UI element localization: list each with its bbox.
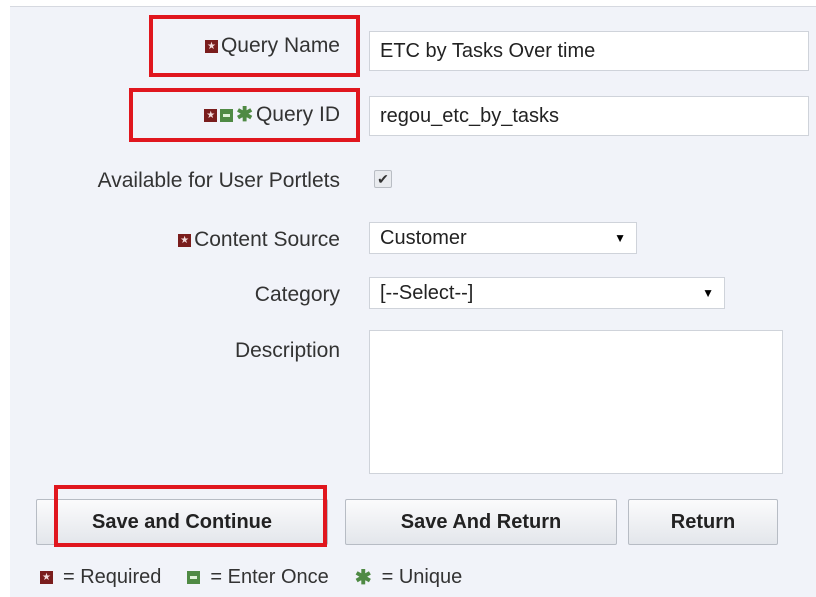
chevron-down-icon: ▼ [614, 231, 626, 245]
query-id-input[interactable]: regou_etc_by_tasks [369, 96, 809, 136]
description-textarea[interactable] [369, 330, 783, 474]
enter-once-icon [220, 108, 234, 122]
save-and-continue-button[interactable]: Save and Continue [36, 499, 328, 545]
unique-icon: ✱ [354, 566, 372, 589]
available-portlets-checkbox[interactable]: ✔ [374, 170, 392, 188]
query-name-input[interactable]: ETC by Tasks Over time [369, 31, 809, 71]
check-mark-icon: ✔ [377, 170, 389, 187]
unique-icon: ✱ [236, 104, 253, 126]
category-select[interactable]: [--Select--] ▼ [369, 277, 725, 309]
legend-required: = Required [40, 566, 161, 589]
query-id-label: ✱ Query ID [140, 92, 340, 138]
content-source-label: Content Source [110, 225, 340, 255]
required-icon [178, 232, 192, 249]
return-button[interactable]: Return [628, 499, 778, 545]
category-label: Category [254, 283, 340, 306]
legend-unique: ✱ = Unique [354, 566, 463, 589]
required-icon [40, 569, 53, 586]
available-portlets-label: Available for User Portlets [97, 169, 340, 192]
required-icon [204, 38, 218, 55]
field-legend: = Required = Enter Once ✱ = Unique [40, 566, 488, 589]
content-source-select[interactable]: Customer ▼ [369, 222, 637, 254]
required-icon [204, 107, 218, 124]
legend-enter-once: = Enter Once [187, 566, 329, 589]
query-name-label: Query Name [150, 20, 340, 72]
save-and-return-button[interactable]: Save And Return [345, 499, 617, 545]
chevron-down-icon: ▼ [702, 286, 714, 300]
enter-once-icon [187, 571, 201, 584]
description-label: Description [234, 339, 340, 362]
